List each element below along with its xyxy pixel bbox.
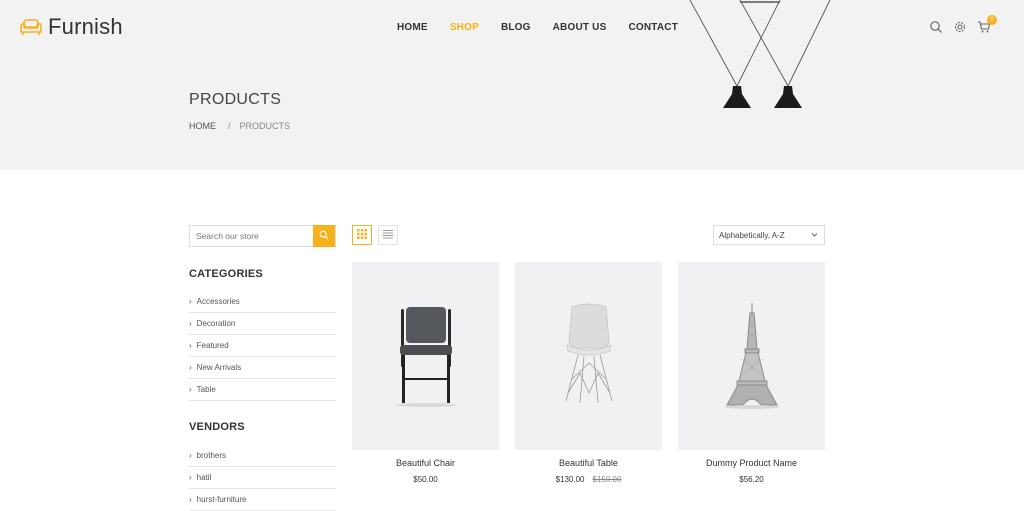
search-icon[interactable]: [929, 20, 943, 34]
site-header: Furnish HOME SHOP BLOG ABOUT US CONTACT …: [0, 0, 1024, 56]
chevron-right-icon: ›: [189, 451, 192, 460]
product-card[interactable]: Dummy Product Name $56.20: [678, 262, 825, 484]
category-label: Decoration: [196, 319, 236, 328]
category-item[interactable]: › Table: [189, 379, 336, 401]
vendor-item[interactable]: › hatil: [189, 467, 336, 489]
site-logo[interactable]: Furnish: [18, 14, 123, 40]
brand-name: Furnish: [48, 14, 123, 39]
product-price: $56.20: [678, 475, 825, 484]
price-current: $130.00: [555, 475, 585, 484]
category-label: Table: [196, 385, 216, 394]
chevron-right-icon: ›: [189, 319, 192, 328]
vendor-item[interactable]: › hurst-furniture: [189, 489, 336, 511]
product-name[interactable]: Beautiful Chair: [352, 458, 499, 468]
nav-about-us[interactable]: ABOUT US: [553, 22, 607, 33]
category-item[interactable]: › New Arrivals: [189, 357, 336, 379]
sort-select[interactable]: Alphabetically, A-Z: [713, 225, 825, 245]
product-price: $50.00: [352, 475, 499, 484]
vendors-list: › brothers › hatil › hurst-furniture: [189, 445, 336, 511]
list-view-icon: [383, 226, 393, 244]
vendor-label: brothers: [196, 451, 227, 460]
search-input[interactable]: [190, 226, 314, 246]
price-current: $56.20: [739, 475, 764, 484]
breadcrumb-separator: /: [228, 121, 231, 131]
breadcrumb-current: PRODUCTS: [239, 121, 291, 131]
product-card[interactable]: Beautiful Chair $50.00: [352, 262, 499, 484]
product-name[interactable]: Dummy Product Name: [678, 458, 825, 468]
category-item[interactable]: › Decoration: [189, 313, 336, 335]
vendor-label: hatil: [196, 473, 212, 482]
sofa-icon: [18, 17, 44, 37]
cart-count-badge: 0: [987, 15, 997, 25]
gear-icon[interactable]: [953, 20, 967, 34]
price-current: $50.00: [413, 475, 438, 484]
header-actions: 0: [919, 15, 997, 34]
nav-home[interactable]: HOME: [397, 22, 428, 33]
cart-icon[interactable]: 0: [977, 15, 997, 34]
chevron-right-icon: ›: [189, 363, 192, 372]
breadcrumb: HOME / PRODUCTS: [189, 121, 290, 131]
vendor-item[interactable]: › brothers: [189, 445, 336, 467]
product-name[interactable]: Beautiful Table: [515, 458, 662, 468]
chevron-right-icon: ›: [189, 385, 192, 394]
product-image[interactable]: [678, 262, 825, 450]
chevron-down-icon: [811, 231, 818, 240]
product-card[interactable]: Beautiful Table $130.00 $150.00: [515, 262, 662, 484]
category-label: Accessories: [196, 297, 240, 306]
categories-list: › Accessories › Decoration › Featured › New …: [189, 291, 336, 401]
sort-selected-value: Alphabetically, A-Z: [719, 230, 785, 240]
search-button[interactable]: [313, 225, 335, 247]
product-image[interactable]: [352, 262, 499, 450]
nav-blog[interactable]: BLOG: [501, 22, 531, 33]
nav-contact[interactable]: CONTACT: [628, 22, 678, 33]
store-search: [189, 225, 336, 247]
nav-shop[interactable]: SHOP: [450, 22, 479, 33]
pendant-lamps-image: [680, 0, 840, 165]
main-nav: HOME SHOP BLOG ABOUT US CONTACT: [397, 22, 700, 33]
grid-view-icon: [357, 226, 367, 244]
vendors-heading: VENDORS: [189, 421, 245, 433]
breadcrumb-home[interactable]: HOME: [189, 121, 216, 131]
list-view-button[interactable]: [378, 225, 398, 245]
price-old: $150.00: [592, 475, 622, 484]
category-item[interactable]: › Accessories: [189, 291, 336, 313]
category-label: Featured: [196, 341, 229, 350]
category-item[interactable]: › Featured: [189, 335, 336, 357]
product-price: $130.00 $150.00: [515, 475, 662, 484]
chevron-right-icon: ›: [189, 297, 192, 306]
search-icon: [319, 227, 329, 245]
category-label: New Arrivals: [196, 363, 242, 372]
chevron-right-icon: ›: [189, 341, 192, 350]
product-image[interactable]: [515, 262, 662, 450]
chevron-right-icon: ›: [189, 473, 192, 482]
page-title: PRODUCTS: [189, 91, 282, 108]
grid-view-button[interactable]: [352, 225, 372, 245]
categories-heading: CATEGORIES: [189, 268, 263, 280]
